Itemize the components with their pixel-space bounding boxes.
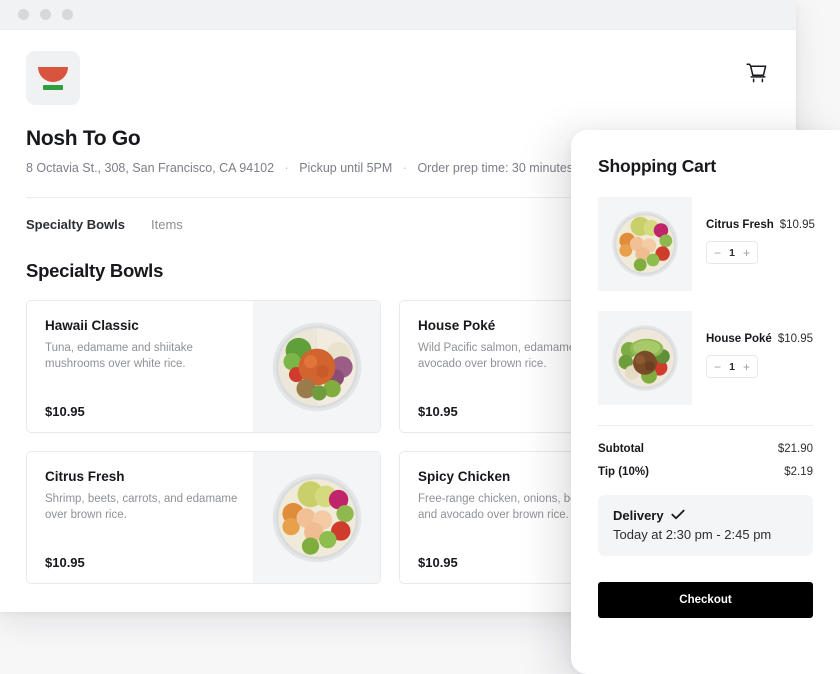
tab-items[interactable]: Items bbox=[151, 217, 183, 232]
cart-item-header: Citrus Fresh $10.95 bbox=[706, 219, 815, 231]
cart-item-header: House Poké $10.95 bbox=[706, 333, 813, 345]
menu-item-name: Hawaii Classic bbox=[45, 318, 139, 333]
tip-row: Tip (10%) $2.19 bbox=[598, 466, 813, 478]
store-address: 8 Octavia St., 308, San Francisco, CA 94… bbox=[26, 161, 275, 175]
logo-bowl-shape bbox=[38, 66, 68, 82]
menu-item-price: $10.95 bbox=[45, 555, 85, 570]
cart-item-details: Citrus Fresh $10.95 − 1 + bbox=[706, 197, 815, 264]
decrement-button[interactable]: − bbox=[714, 361, 721, 373]
quantity-value: 1 bbox=[729, 360, 735, 373]
bowl-logo-icon bbox=[26, 51, 80, 105]
menu-card[interactable]: Hawaii Classic Tuna, edamame and shiitak… bbox=[26, 300, 381, 433]
checkmark-icon bbox=[670, 508, 685, 523]
screenshot-stage: Nosh To Go 8 Octavia St., 308, San Franc… bbox=[0, 0, 840, 674]
meta-separator-2: · bbox=[402, 161, 407, 175]
decrement-button[interactable]: − bbox=[714, 247, 721, 259]
cart-item-price: $10.95 bbox=[779, 219, 815, 231]
tip-value: $2.19 bbox=[784, 466, 813, 478]
store-pickup: Pickup until 5PM bbox=[299, 161, 393, 175]
subtotal-label: Subtotal bbox=[598, 443, 644, 455]
cart-item-name: House Poké bbox=[706, 333, 772, 345]
cart-item: House Poké $10.95 − 1 + bbox=[598, 311, 813, 405]
checkout-button[interactable]: Checkout bbox=[598, 582, 813, 618]
store-prep-time: Order prep time: 30 minutes bbox=[417, 161, 574, 175]
tab-specialty-bowls[interactable]: Specialty Bowls bbox=[26, 217, 125, 232]
quantity-stepper[interactable]: − 1 + bbox=[706, 355, 758, 378]
logo-base-shape bbox=[43, 84, 63, 90]
hawaii-classic-bowl-photo bbox=[253, 301, 380, 432]
house-poke-bowl-photo bbox=[598, 311, 692, 405]
menu-card-body: Hawaii Classic Tuna, edamame and shiitak… bbox=[27, 301, 253, 432]
delivery-time: Today at 2:30 pm - 2:45 pm bbox=[613, 527, 772, 542]
increment-button[interactable]: + bbox=[743, 361, 750, 373]
store-header bbox=[0, 30, 796, 105]
delivery-info-box[interactable]: Delivery Today at 2:30 pm - 2:45 pm bbox=[598, 495, 813, 556]
citrus-fresh-bowl-photo bbox=[598, 197, 692, 291]
window-titlebar bbox=[0, 0, 796, 30]
tip-label: Tip (10%) bbox=[598, 466, 649, 478]
maximize-dot[interactable] bbox=[40, 9, 51, 20]
delivery-label: Delivery bbox=[613, 508, 664, 523]
citrus-fresh-bowl-photo bbox=[253, 452, 380, 583]
cart-title: Shopping Cart bbox=[598, 156, 716, 176]
cart-item-price: $10.95 bbox=[777, 333, 814, 345]
subtotal-row: Subtotal $21.90 bbox=[598, 443, 813, 455]
menu-item-price: $10.95 bbox=[45, 404, 85, 419]
increment-button[interactable]: + bbox=[743, 247, 750, 259]
quantity-stepper[interactable]: − 1 + bbox=[706, 241, 758, 264]
quantity-value: 1 bbox=[729, 246, 735, 259]
cart-item-details: House Poké $10.95 − 1 + bbox=[706, 311, 813, 378]
menu-item-description: Shrimp, beets, carrots, and edamame over… bbox=[45, 493, 238, 522]
shopping-cart-panel: Shopping Cart Citrus Fresh $10.95 − 1 + … bbox=[571, 130, 840, 674]
menu-item-name: Citrus Fresh bbox=[45, 469, 125, 484]
cart-totals: Subtotal $21.90 Tip (10%) $2.19 bbox=[598, 426, 813, 478]
cart-item-name: Citrus Fresh bbox=[706, 219, 774, 231]
close-dot[interactable] bbox=[62, 9, 73, 20]
shopping-cart-icon[interactable] bbox=[746, 63, 768, 84]
delivery-header: Delivery bbox=[613, 508, 798, 523]
menu-card[interactable]: Citrus Fresh Shrimp, beets, carrots, and… bbox=[26, 451, 381, 584]
meta-separator-1: · bbox=[284, 161, 289, 175]
cart-item: Citrus Fresh $10.95 − 1 + bbox=[598, 197, 815, 291]
subtotal-value: $21.90 bbox=[777, 443, 813, 455]
menu-card-body: Citrus Fresh Shrimp, beets, carrots, and… bbox=[27, 452, 253, 583]
menu-item-description: Tuna, edamame and shiitake mushrooms ove… bbox=[45, 342, 193, 371]
minimize-dot[interactable] bbox=[18, 9, 29, 20]
